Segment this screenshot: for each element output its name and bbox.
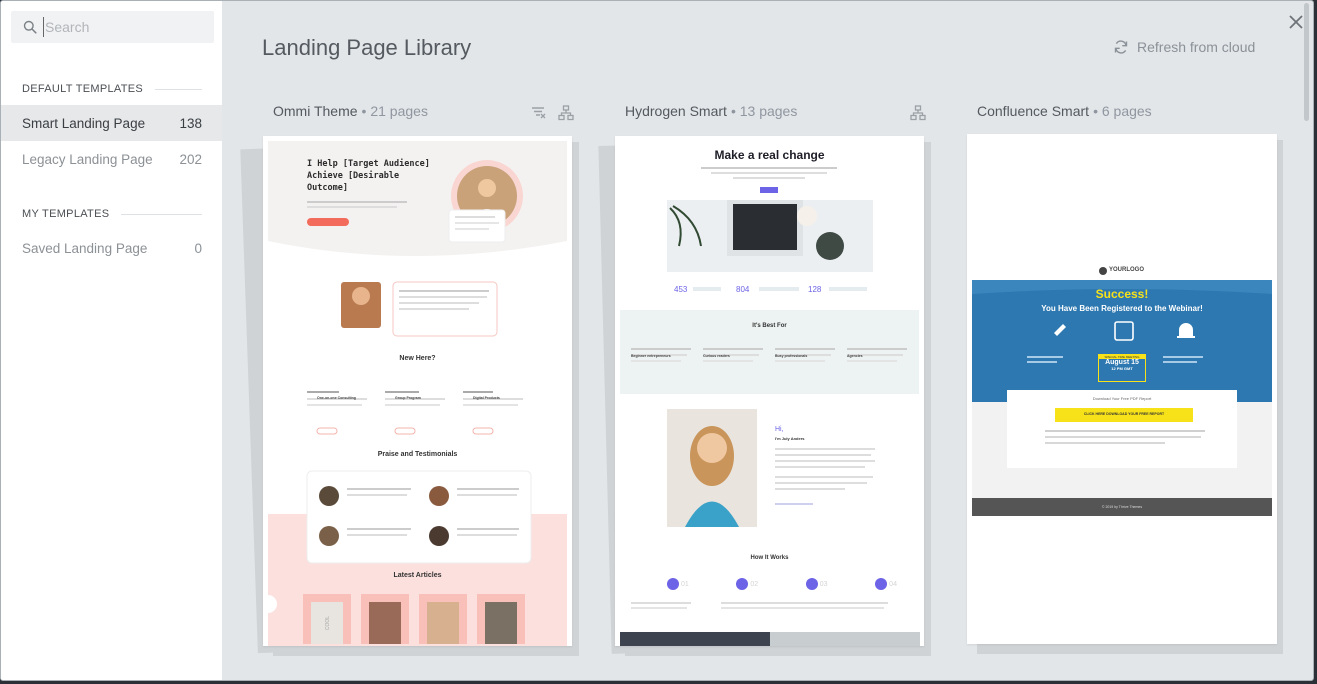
preview-audience-3: Busy professionals xyxy=(775,354,808,358)
sitemap-icon[interactable] xyxy=(558,105,574,121)
preview-stat-1: 453 xyxy=(674,285,688,294)
my-templates-label: MY TEMPLATES xyxy=(22,208,110,220)
preview-hi: Hi, xyxy=(775,426,784,433)
filter-icon[interactable] xyxy=(531,105,547,121)
divider xyxy=(155,88,202,90)
template-page-count: • 21 pages xyxy=(361,103,428,119)
preview-logo: YOURLOGO xyxy=(1109,267,1145,273)
sitemap-icon[interactable] xyxy=(910,105,926,121)
preview-time: 12 PM GMT xyxy=(1111,366,1133,371)
sidebar-item-saved-landing-page[interactable]: Saved Landing Page 0 xyxy=(1,230,222,266)
sidebar-item-label: Saved Landing Page xyxy=(22,240,148,256)
sidebar-item-count: 202 xyxy=(179,151,202,167)
divider xyxy=(121,213,202,215)
preview-how-it-works: How It Works xyxy=(750,555,789,561)
sidebar-item-smart-landing-page[interactable]: Smart Landing Page 138 xyxy=(1,105,222,141)
preview-audience-1: Beginner entrepreneurs xyxy=(631,354,671,358)
preview-hero-title: I Help [Target Audience] Achieve [Desira… xyxy=(307,159,430,193)
template-header-hydrogen: Hydrogen Smart • 13 pages xyxy=(625,103,797,119)
preview-audience-2: Curious readers xyxy=(703,354,730,358)
refresh-from-cloud-button[interactable]: Refresh from cloud xyxy=(1113,39,1255,55)
sidebar-item-count: 138 xyxy=(179,115,202,131)
preview-image xyxy=(620,167,920,646)
preview-step: 01 xyxy=(667,578,689,590)
refresh-label: Refresh from cloud xyxy=(1137,39,1256,55)
preview-articles: Latest Articles xyxy=(393,572,442,579)
preview-new-here: New Here? xyxy=(399,355,436,362)
preview-registered: You Have Been Registered to the Webinar! xyxy=(1041,304,1203,313)
preview-date: August 15 xyxy=(1105,359,1139,366)
preview-download: Download Your Free PDF Report xyxy=(1092,396,1152,401)
page-title: Landing Page Library xyxy=(262,35,472,60)
refresh-icon xyxy=(1114,40,1128,54)
preview-stat-2: 804 xyxy=(736,285,750,294)
template-page-count: • 13 pages xyxy=(730,103,798,119)
preview-step: 02 xyxy=(736,578,758,590)
preview-im: I'm July Anders xyxy=(775,436,805,441)
my-templates-header: MY TEMPLATES xyxy=(22,208,202,220)
template-header-ommi: Ommi Theme • 21 pages xyxy=(273,103,428,119)
sidebar-item-label: Legacy Landing Page xyxy=(22,151,153,167)
preview-date-box: SPECIAL TIME MEETING August 15 12 PM GMT xyxy=(1098,354,1146,382)
search-input[interactable] xyxy=(43,17,203,37)
preview-offer-2: Group Program xyxy=(395,396,421,400)
preview-footer: © 2019 by Thrive Themes xyxy=(1101,505,1143,509)
landing-page-library-modal: DEFAULT TEMPLATES Smart Landing Page 138… xyxy=(0,0,1314,681)
scrollbar[interactable] xyxy=(1304,3,1309,121)
search-box xyxy=(11,11,214,43)
sidebar-item-count: 0 xyxy=(194,240,202,256)
preview-step: 04 xyxy=(875,578,897,590)
template-header-confluence: Confluence Smart • 6 pages xyxy=(977,103,1152,119)
preview-steps: 01 02 03 04 xyxy=(667,578,897,590)
template-preview[interactable]: I Help [Target Audience] Achieve [Desira… xyxy=(263,136,572,646)
template-name: Confluence Smart xyxy=(977,103,1090,119)
preview-best-for: It's Best For xyxy=(752,323,787,329)
close-icon[interactable] xyxy=(1287,13,1305,31)
preview-success: Success! xyxy=(1095,287,1149,301)
preview-vase-text: COOL xyxy=(325,615,332,631)
preview-image xyxy=(263,141,567,646)
preview-image xyxy=(972,267,1272,516)
preview-offer-1: One-on-one Consulting xyxy=(317,396,356,400)
sidebar-item-label: Smart Landing Page xyxy=(22,115,146,131)
template-preview[interactable]: Make a real change 453 804 128 It's Best… xyxy=(615,136,924,646)
template-name: Ommi Theme xyxy=(273,103,358,119)
template-name: Hydrogen Smart xyxy=(625,103,727,119)
preview-audience-4: Agencies xyxy=(847,354,863,358)
sidebar: DEFAULT TEMPLATES Smart Landing Page 138… xyxy=(1,1,222,680)
preview-hero-title: Make a real change xyxy=(714,148,825,162)
preview-offer-3: Digital Products xyxy=(473,396,500,400)
default-templates-label: DEFAULT TEMPLATES xyxy=(22,83,144,95)
default-templates-header: DEFAULT TEMPLATES xyxy=(22,83,202,95)
sidebar-item-legacy-landing-page[interactable]: Legacy Landing Page 202 xyxy=(1,141,222,177)
template-page-count: • 6 pages xyxy=(1093,103,1152,119)
preview-cta: CLICK HERE DOWNLOAD YOUR FREE REPORT xyxy=(1083,412,1165,416)
search-icon xyxy=(23,20,37,34)
preview-praise: Praise and Testimonials xyxy=(377,451,458,458)
preview-stat-3: 128 xyxy=(808,285,822,294)
preview-step: 03 xyxy=(805,578,828,590)
template-preview[interactable]: YOURLOGO Success! You Have Been Register… xyxy=(967,134,1277,644)
